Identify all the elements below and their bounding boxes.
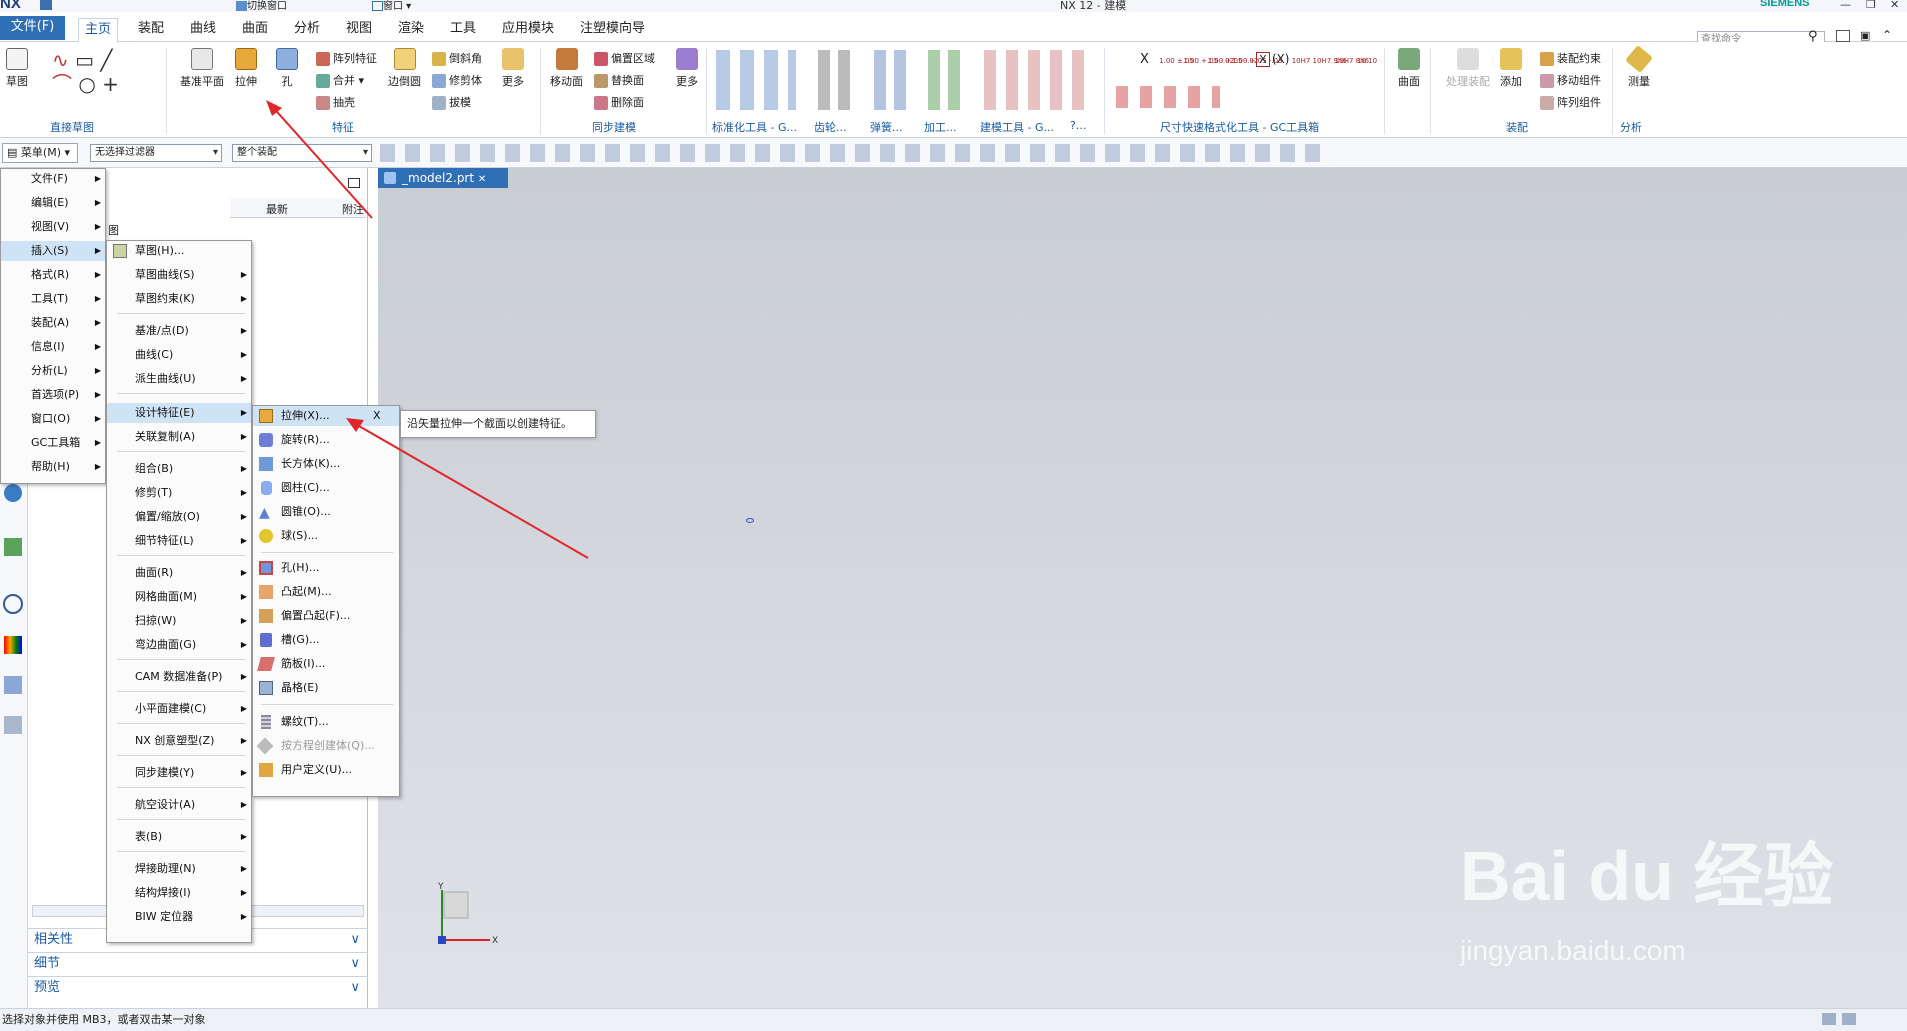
status-icon-2[interactable] [1842, 1013, 1856, 1025]
annotation-arrows [266, 100, 589, 559]
status-icon-1[interactable] [1822, 1013, 1836, 1025]
arrow-to-extrude-menu-item [351, 421, 589, 559]
arrow-to-extrude-button [269, 103, 373, 219]
status-message: 选择对象并使用 MB3，或者双击某一对象 [2, 1013, 206, 1026]
arrow-head-icon [346, 418, 364, 432]
status-bar: 选择对象并使用 MB3，或者双击某一对象 [0, 1008, 1907, 1031]
